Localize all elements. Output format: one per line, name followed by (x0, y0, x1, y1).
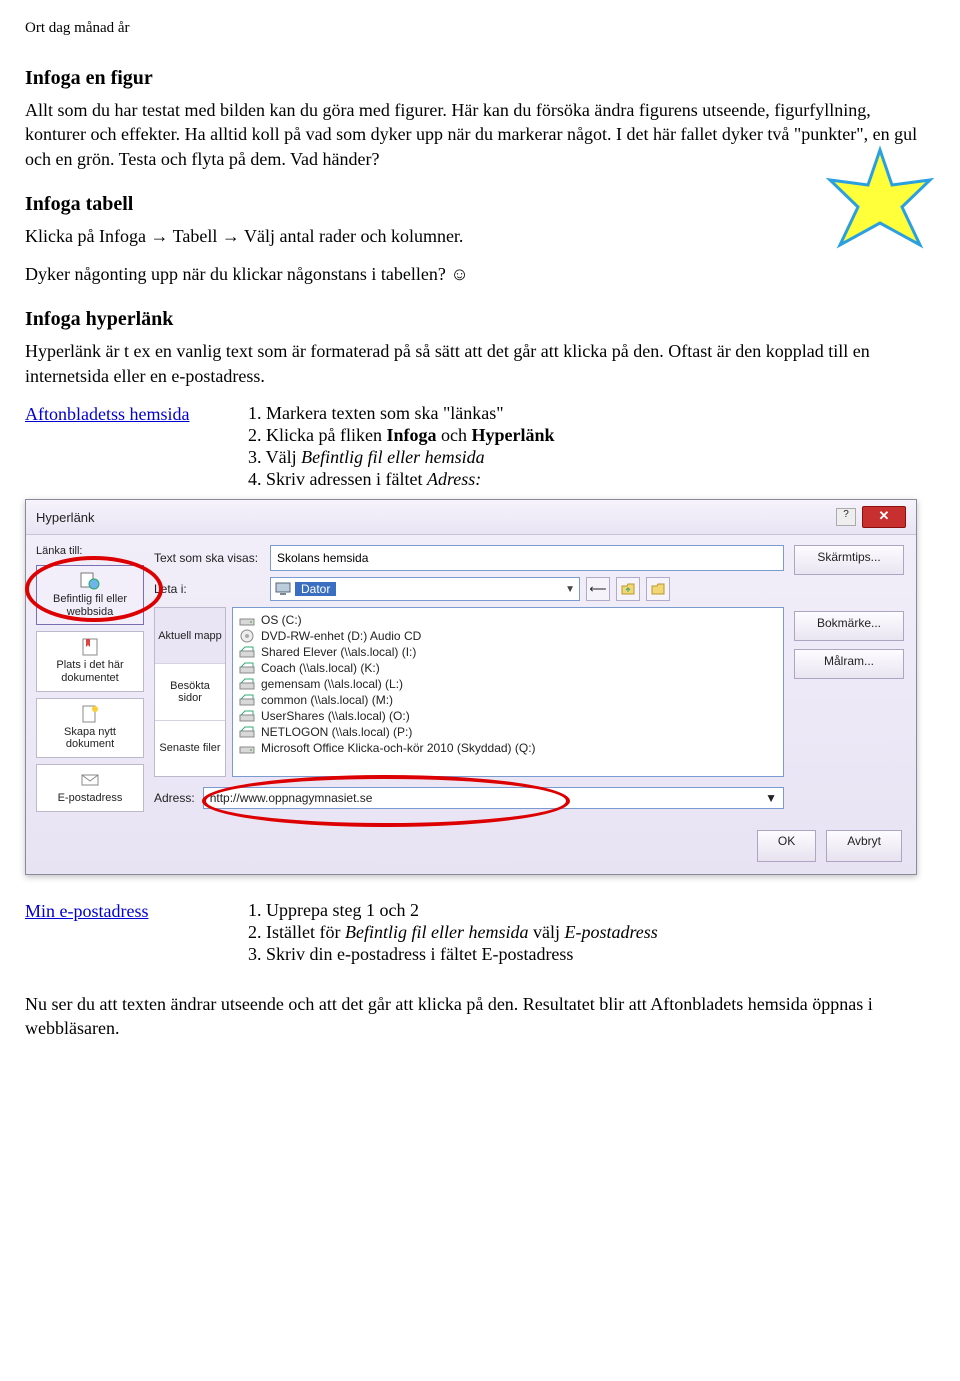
targetframe-button[interactable]: Målram... (794, 649, 904, 679)
envelope-icon (80, 771, 100, 789)
up-folder-icon[interactable] (616, 577, 640, 601)
step2-3: 3. Skriv din e-postadress i fältet E-pos… (248, 944, 658, 965)
chevron-down-icon: ▼ (765, 791, 777, 805)
dialog-title: Hyperlänk (36, 510, 95, 525)
file-list[interactable]: OS (C:) DVD-RW-enhet (D:) Audio CD Share… (232, 607, 784, 777)
step-4: 4. Skriv adressen i fältet Adress: (248, 469, 555, 490)
step2-1: 1. Upprepa steg 1 och 2 (248, 900, 658, 921)
step2-2: 2. Istället för Befintlig fil eller hems… (248, 922, 658, 943)
linkto-new-doc[interactable]: Skapa nytt dokument (36, 698, 144, 758)
para-tabell-1: Klicka på Infoga → Tabell → Välj antal r… (25, 224, 935, 248)
list-item[interactable]: common (\\als.local) (M:) (239, 692, 777, 708)
bookmark-page-icon (80, 638, 100, 656)
list-item[interactable]: DVD-RW-enhet (D:) Audio CD (239, 628, 777, 644)
step-3: 3. Välj Befintlig fil eller hemsida (248, 447, 555, 468)
look-in-combo[interactable]: Dator ▼ (270, 577, 580, 601)
back-icon[interactable]: ⟵ (586, 577, 610, 601)
linkto-place-in-doc[interactable]: Plats i det här dokumentet (36, 631, 144, 691)
display-text-label: Text som ska visas: (154, 551, 262, 565)
closing-paragraph: Nu ser du att texten ändrar utseende och… (25, 992, 935, 1041)
tab-recent-files[interactable]: Senaste filer (155, 721, 225, 776)
heading-infoga-hyperlank: Infoga hyperlänk (25, 308, 935, 331)
para-tabell-2: Dyker någonting upp när du klickar någon… (25, 262, 935, 286)
ok-button[interactable]: OK (757, 830, 816, 862)
hyperlink-dialog: Hyperlänk ? ✕ Länka till: Befintlig fil … (25, 499, 917, 874)
step-1: 1. Markera texten som ska "länkas" (248, 403, 555, 424)
look-in-label: Leta i: (154, 582, 262, 596)
list-item[interactable]: Coach (\\als.local) (K:) (239, 660, 777, 676)
browse-folder-icon[interactable] (646, 577, 670, 601)
display-text-input[interactable] (270, 545, 784, 571)
list-item[interactable]: gemensam (\\als.local) (L:) (239, 676, 777, 692)
address-input[interactable]: http://www.oppnagymnasiet.se ▼ (203, 787, 784, 809)
computer-icon (275, 582, 291, 596)
cancel-button[interactable]: Avbryt (826, 830, 902, 862)
linkto-email[interactable]: E-postadress (36, 764, 144, 812)
para-hyperlank: Hyperlänk är t ex en vanlig text som är … (25, 339, 935, 388)
page-header-line: Ort dag månad år (25, 20, 935, 37)
list-item[interactable]: UserShares (\\als.local) (O:) (239, 708, 777, 724)
list-item[interactable]: NETLOGON (\\als.local) (P:) (239, 724, 777, 740)
instruct-block-2: Min e-postadress 1. Upprepa steg 1 och 2… (25, 899, 935, 966)
list-item[interactable]: OS (C:) (239, 612, 777, 628)
help-icon[interactable]: ? (836, 508, 856, 526)
star-figure (820, 145, 940, 270)
address-label: Adress: (154, 791, 195, 805)
linkto-existing-file[interactable]: Befintlig fil eller webbsida (36, 565, 144, 625)
new-doc-icon (80, 705, 100, 723)
link-to-label: Länka till: (36, 545, 144, 557)
list-item[interactable]: Shared Elever (\\als.local) (I:) (239, 644, 777, 660)
close-icon[interactable]: ✕ (862, 506, 906, 528)
chevron-down-icon: ▼ (565, 584, 575, 595)
screentip-button[interactable]: Skärmtips... (794, 545, 904, 575)
link-min-epost[interactable]: Min e-postadress (25, 901, 148, 921)
globe-page-icon (80, 572, 100, 590)
instruct-block-1: Aftonbladetss hemsida 1. Markera texten … (25, 402, 935, 491)
tab-browsed-pages[interactable]: Besökta sidor (155, 664, 225, 720)
para-infoga-figur: Allt som du har testat med bilden kan du… (25, 98, 935, 171)
list-item[interactable]: Microsoft Office Klicka-och-kör 2010 (Sk… (239, 740, 777, 756)
bookmark-button[interactable]: Bokmärke... (794, 611, 904, 641)
heading-infoga-figur: Infoga en figur (25, 67, 935, 90)
heading-infoga-tabell: Infoga tabell (25, 193, 935, 216)
link-aftonbladet[interactable]: Aftonbladetss hemsida (25, 404, 189, 424)
tab-current-folder[interactable]: Aktuell mapp (155, 608, 225, 664)
step-2: 2. Klicka på fliken Infoga och Hyperlänk (248, 425, 555, 446)
